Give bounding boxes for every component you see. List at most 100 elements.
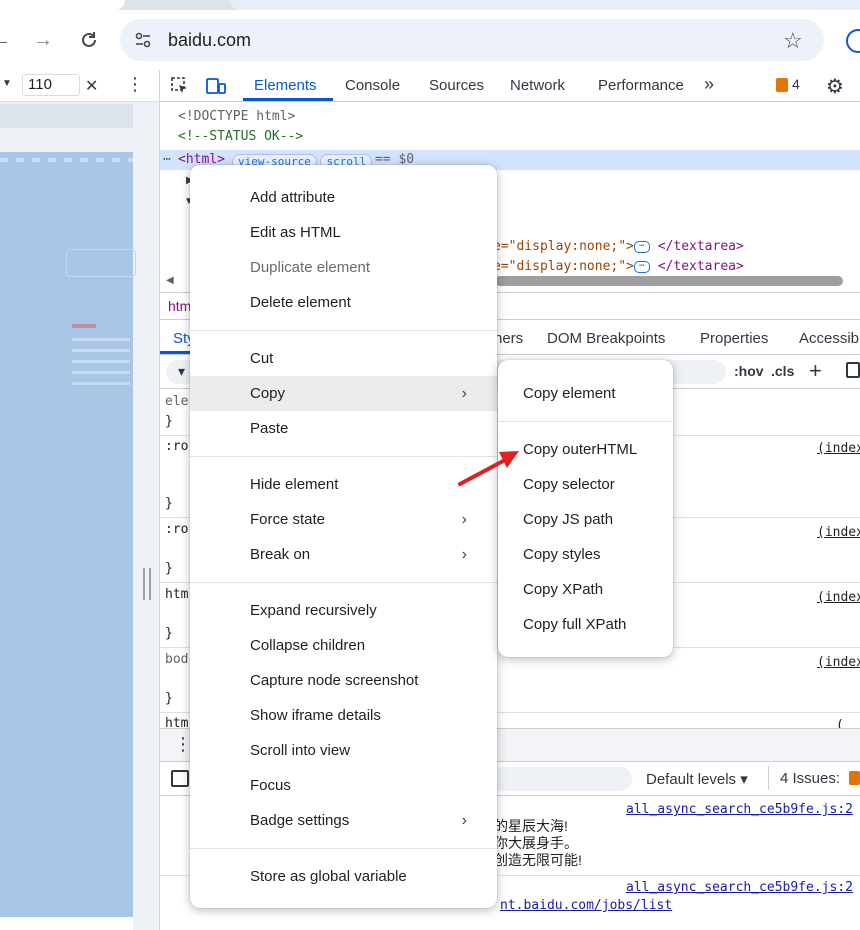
horizontal-scrollbar[interactable] [495,276,843,286]
tab-dom-breakpoints[interactable]: DOM Breakpoints [547,330,665,347]
bookmark-star-icon[interactable]: ☆ [783,28,803,54]
tab-performance[interactable]: Performance [598,76,684,96]
more-vert-icon[interactable]: ⋮ [126,74,144,95]
rule-source-link[interactable]: (index [817,590,860,605]
device-ruler [0,104,133,128]
menu-item-store-as-global-variable[interactable]: Store as global variable [190,859,497,894]
textarea-close-2: </textarea> [657,259,744,273]
inspect-element-icon[interactable] [170,76,190,96]
rule-source-link[interactable]: ( [836,718,844,728]
dom-doctype[interactable]: <!DOCTYPE html> [178,107,295,127]
rule-selector[interactable]: :ro [165,520,188,540]
tab-event-listeners[interactable]: ners [494,330,523,347]
console-source-link[interactable]: all_async_search_ce5b9fe.js:2 [626,802,853,817]
menu-item-paste[interactable]: Paste [190,411,497,446]
toolbar-divider [768,766,769,790]
resize-handle[interactable] [143,568,151,600]
inactive-tab[interactable] [230,0,860,10]
zoom-input[interactable]: 110 [22,74,80,96]
settings-gear-icon[interactable]: ⚙ [826,74,844,99]
menu-item-force-state[interactable]: Force state › [190,502,497,537]
rule-selector[interactable]: bod [165,650,188,670]
menu-item-delete-element[interactable]: Delete element [190,285,497,320]
copy-submenu: Copy element Copy outerHTML Copy selector C… [498,360,673,657]
forward-arrow-icon[interactable]: → [30,25,56,55]
device-toggle-icon[interactable] [205,76,227,96]
dom-textarea-line-2[interactable]: e="display:none;"> ⋯ </textarea> [493,257,744,273]
rule-selector[interactable]: htm [165,714,188,728]
computed-sidebar-icon[interactable] [846,362,860,378]
submenu-item-copy-styles[interactable]: Copy styles [498,537,673,572]
console-issues-count[interactable]: 4 Issues: [780,770,840,787]
console-filter-input[interactable] [490,767,632,791]
context-menu: Add attribute Edit as HTML Duplicate eleme… [190,165,497,908]
menu-item-scroll-into-view[interactable]: Scroll into view [190,733,497,768]
menu-separator [190,582,497,583]
device-preview[interactable] [0,152,136,917]
submenu-item-copy-full-xpath[interactable]: Copy full XPath [498,607,673,642]
menu-item-focus[interactable]: Focus [190,768,497,803]
rule-selector[interactable]: ele [165,392,188,412]
dom-comment[interactable]: <!--STATUS OK--> [178,127,303,147]
rule-source-link[interactable]: (index [817,441,860,456]
site-info-icon[interactable] [133,30,153,50]
rule-source-link[interactable]: (index [817,525,860,540]
menu-item-label: Cut [250,350,274,367]
menu-item-label: Collapse children [250,637,366,654]
new-style-rule-button[interactable]: + [809,358,822,384]
breadcrumb-html[interactable]: htm [168,298,191,314]
tab-sources[interactable]: Sources [429,76,484,96]
console-source-link[interactable]: all_async_search_ce5b9fe.js:2 [626,880,853,895]
menu-item-break-on[interactable]: Break on › [190,537,497,572]
url-text[interactable]: baidu.com [168,28,251,52]
console-jobs-link[interactable]: nt.baidu.com/jobs/list [500,898,672,913]
ellipsis-pill[interactable]: ⋯ [633,240,650,253]
issues-icon[interactable] [776,78,788,92]
rule-selector[interactable]: htm [165,585,188,605]
menu-item-label: Capture node screenshot [250,672,419,689]
issues-icon[interactable] [849,771,860,785]
menu-item-label: Scroll into view [250,742,351,759]
menu-item-label: Duplicate element [250,259,371,276]
cls-button[interactable]: .cls [771,363,794,379]
device-preview-bottom [0,917,133,930]
menu-item-badge-settings[interactable]: Badge settings › [190,803,497,838]
dimension-dropdown-icon[interactable]: ▼ [2,78,12,89]
reload-icon[interactable] [76,25,102,55]
submenu-item-copy-element[interactable]: Copy element [498,376,673,411]
hov-button[interactable]: :hov [734,363,764,379]
menu-item-copy[interactable]: Copy › [190,376,497,411]
rule-closing: } [165,561,173,576]
tab-elements[interactable]: Elements [254,76,317,96]
submenu-item-copy-js-path[interactable]: Copy JS path [498,502,673,537]
rule-source-link[interactable]: (index [817,655,860,670]
log-levels-dropdown[interactable]: Default levels ▾ [646,770,748,788]
scroll-left-icon[interactable]: ◀ [166,275,174,286]
menu-item-collapse-children[interactable]: Collapse children [190,628,497,663]
more-tabs-icon[interactable]: » [704,74,714,95]
textarea-attr-1: e="display:none;"> [493,239,634,254]
tab-properties[interactable]: Properties [700,330,768,347]
rule-selector[interactable]: :ro [165,437,188,457]
active-tab[interactable] [0,0,125,10]
ellipsis-pill[interactable]: ⋯ [633,260,650,273]
menu-item-hide-element[interactable]: Hide element [190,467,497,502]
menu-item-show-iframe-details[interactable]: Show iframe details [190,698,497,733]
tab-network[interactable]: Network [510,76,565,96]
menu-item-add-attribute[interactable]: Add attribute [190,180,497,215]
menu-item-capture-node-screenshot[interactable]: Capture node screenshot [190,663,497,698]
menu-item-duplicate-element[interactable]: Duplicate element [190,250,497,285]
close-icon[interactable]: ✕ [85,76,98,96]
preview-hotlist [72,338,130,388]
back-arrow-icon[interactable]: ← [0,25,14,55]
issues-count[interactable]: 4 [792,76,800,92]
console-sidebar-icon[interactable] [171,770,189,787]
tab-accessibility[interactable]: Accessib [799,330,859,347]
menu-item-label: Hide element [250,476,339,493]
menu-item-edit-as-html[interactable]: Edit as HTML [190,215,497,250]
tab-console[interactable]: Console [345,76,400,96]
menu-item-cut[interactable]: Cut [190,341,497,376]
submenu-item-copy-xpath[interactable]: Copy XPath [498,572,673,607]
dom-textarea-line-1[interactable]: e="display:none;"> ⋯ </textarea> [493,237,744,257]
menu-item-expand-recursively[interactable]: Expand recursively [190,593,497,628]
